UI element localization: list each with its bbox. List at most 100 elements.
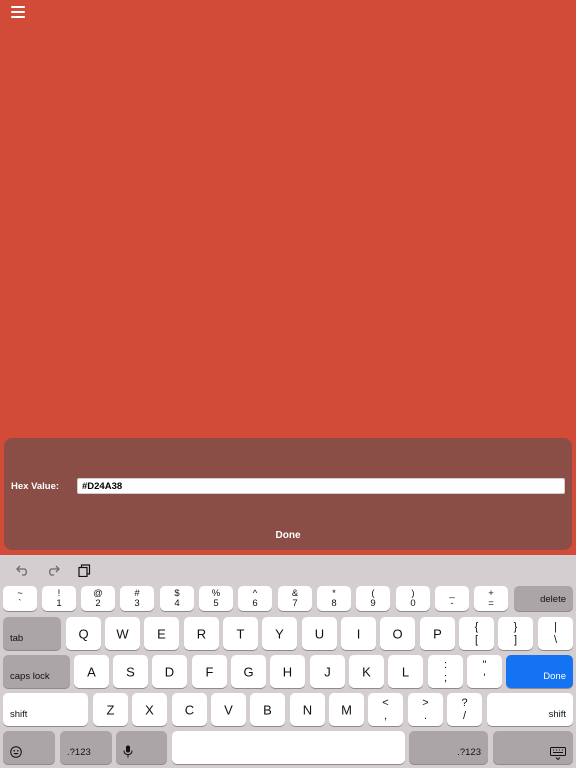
numbers-key-right[interactable]: .?123 xyxy=(409,731,488,764)
paste-icon[interactable] xyxy=(76,563,92,577)
caps-lock-label: caps lock xyxy=(10,671,50,682)
key-label: J xyxy=(324,664,331,679)
keyboard-number-row: ~ ` ! 1 @2 #3 $4 % 5 ^ 6 & 7 * 8 (9 ) 0 _ - + = d… xyxy=(0,586,576,613)
key-9[interactable]: (9 xyxy=(356,586,390,611)
key-bottom: / xyxy=(462,710,467,722)
key-backslash[interactable]: | \ xyxy=(538,617,573,650)
right-shift-key[interactable]: shift xyxy=(487,693,573,726)
key-m[interactable]: M xyxy=(329,693,364,726)
key-label: K xyxy=(362,664,371,679)
hamburger-menu-icon[interactable] xyxy=(11,6,25,18)
key-label: N xyxy=(302,702,313,717)
key-label: R xyxy=(196,626,207,641)
key-4[interactable]: $4 xyxy=(160,586,194,611)
key-7[interactable]: & 7 xyxy=(278,586,312,611)
key-u[interactable]: U xyxy=(302,617,337,650)
key-8[interactable]: * 8 xyxy=(317,586,351,611)
key-top: " xyxy=(482,659,487,671)
key-label: Z xyxy=(106,702,115,717)
hex-value-input[interactable] xyxy=(77,478,565,494)
key-backtick[interactable]: ~ ` xyxy=(3,586,37,611)
keyboard-dismiss-icon[interactable] xyxy=(493,731,573,764)
key-l[interactable]: L xyxy=(388,655,423,688)
key-o[interactable]: O xyxy=(380,617,415,650)
key-a[interactable]: A xyxy=(74,655,109,688)
key-3[interactable]: #3 xyxy=(120,586,154,611)
undo-icon[interactable] xyxy=(15,563,31,577)
key-label: I xyxy=(356,626,361,641)
key-b[interactable]: B xyxy=(250,693,285,726)
key-slash[interactable]: ? / xyxy=(447,693,482,726)
key-q[interactable]: Q xyxy=(66,617,101,650)
microphone-icon[interactable] xyxy=(116,731,167,764)
key-label: Y xyxy=(275,626,284,641)
key-label: D xyxy=(164,664,175,679)
key-v[interactable]: V xyxy=(211,693,246,726)
key-c[interactable]: C xyxy=(172,693,207,726)
key-top: { xyxy=(474,621,479,633)
done-key-label: Done xyxy=(543,671,566,682)
key-bottom: = xyxy=(488,598,494,609)
key-top: ? xyxy=(461,697,468,709)
tab-key[interactable]: tab xyxy=(3,617,61,650)
key-x[interactable]: X xyxy=(132,693,167,726)
key-semicolon[interactable]: :; xyxy=(428,655,463,688)
key-n[interactable]: N xyxy=(290,693,325,726)
key-bottom: ' xyxy=(483,672,486,684)
key-label: H xyxy=(282,664,293,679)
key-equals[interactable]: + = xyxy=(474,586,508,611)
key-2[interactable]: @2 xyxy=(81,586,115,611)
key-h[interactable]: H xyxy=(270,655,305,688)
key-t[interactable]: T xyxy=(223,617,258,650)
key-label: U xyxy=(314,626,325,641)
emoji-icon[interactable] xyxy=(3,731,55,764)
onscreen-keyboard: ~ ` ! 1 @2 #3 $4 % 5 ^ 6 & 7 * 8 (9 ) 0 _ - + = d… xyxy=(0,555,576,768)
key-e[interactable]: E xyxy=(144,617,179,650)
key-top: > xyxy=(422,697,429,709)
numbers-key-left[interactable]: .?123 xyxy=(60,731,112,764)
done-button[interactable]: Done xyxy=(4,530,572,541)
key-g[interactable]: G xyxy=(231,655,266,688)
key-bottom: , xyxy=(383,710,388,722)
key-5[interactable]: % 5 xyxy=(199,586,233,611)
numbers-label: .?123 xyxy=(457,747,481,758)
redo-icon[interactable] xyxy=(45,563,61,577)
keyboard-done-key[interactable]: Done xyxy=(506,655,573,688)
key-y[interactable]: Y xyxy=(262,617,297,650)
key-s[interactable]: S xyxy=(113,655,148,688)
key-label: E xyxy=(157,626,166,641)
keyboard-bottom-row: .?123 .?123 xyxy=(0,731,576,765)
key-bottom: 8 xyxy=(331,598,337,609)
key-i[interactable]: I xyxy=(341,617,376,650)
key-1[interactable]: ! 1 xyxy=(42,586,76,611)
key-p[interactable]: P xyxy=(420,617,455,650)
caps-lock-key[interactable]: caps lock xyxy=(3,655,70,688)
space-bar[interactable] xyxy=(172,731,405,764)
key-r[interactable]: R xyxy=(184,617,219,650)
key-k[interactable]: K xyxy=(349,655,384,688)
key-minus[interactable]: _ - xyxy=(435,586,469,611)
key-label: S xyxy=(126,664,135,679)
key-bottom: ] xyxy=(513,634,518,646)
delete-key[interactable]: delete xyxy=(514,586,573,611)
key-top: < xyxy=(382,697,389,709)
key-j[interactable]: J xyxy=(310,655,345,688)
key-f[interactable]: F xyxy=(192,655,227,688)
key-top: | xyxy=(554,621,557,633)
key-left-bracket[interactable]: {[ xyxy=(459,617,494,650)
key-bottom: 0 xyxy=(410,598,416,609)
key-bottom: [ xyxy=(474,634,479,646)
left-shift-key[interactable]: shift xyxy=(3,693,88,726)
key-0[interactable]: ) 0 xyxy=(396,586,430,611)
key-quote[interactable]: " ' xyxy=(467,655,502,688)
key-6[interactable]: ^ 6 xyxy=(238,586,272,611)
key-z[interactable]: Z xyxy=(93,693,128,726)
key-comma[interactable]: <, xyxy=(368,693,403,726)
key-w[interactable]: W xyxy=(105,617,140,650)
key-period[interactable]: >. xyxy=(408,693,443,726)
key-label: W xyxy=(116,626,129,641)
shift-label: shift xyxy=(548,709,566,720)
key-d[interactable]: D xyxy=(152,655,187,688)
key-label: M xyxy=(341,702,352,717)
key-right-bracket[interactable]: }] xyxy=(498,617,533,650)
